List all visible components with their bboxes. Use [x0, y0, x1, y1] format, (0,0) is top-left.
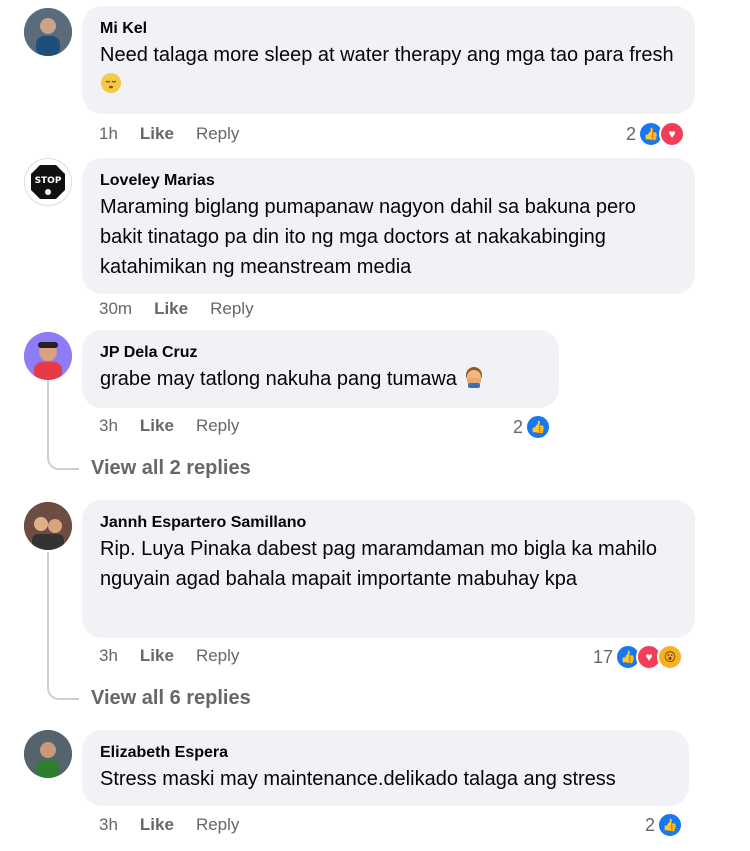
- reply-button[interactable]: Reply: [196, 646, 239, 666]
- comment-actions: 3h Like Reply: [99, 815, 239, 835]
- reaction-count: 17: [593, 646, 614, 667]
- wow-reaction-icon: 😮: [657, 644, 684, 670]
- like-button[interactable]: Like: [140, 416, 174, 436]
- thread-line: [47, 552, 49, 680]
- comment-actions: 1h Like Reply: [99, 124, 239, 144]
- comment-text: Stress maski may maintenance.delikado ta…: [100, 768, 616, 790]
- comment-actions: 3h Like Reply: [99, 646, 239, 666]
- avatar[interactable]: [24, 8, 72, 56]
- reply-button[interactable]: Reply: [196, 815, 239, 835]
- thread-line: [47, 380, 49, 450]
- commenter-name[interactable]: Mi Kel: [100, 18, 677, 40]
- thread-connector: [47, 680, 79, 700]
- avatar[interactable]: [24, 332, 72, 380]
- comment-bubble: JP Dela Cruz grabe may tatlong nakuha pa…: [82, 330, 559, 408]
- thread-connector: [47, 450, 79, 470]
- like-button[interactable]: Like: [154, 299, 188, 319]
- reply-button[interactable]: Reply: [196, 416, 239, 436]
- reaction-summary[interactable]: 2 👍 ♥: [626, 121, 686, 147]
- avatar[interactable]: [24, 730, 72, 778]
- commenter-name[interactable]: JP Dela Cruz: [100, 342, 541, 364]
- commenter-name[interactable]: Elizabeth Espera: [100, 742, 671, 764]
- comment-text: Rip. Luya Pinaka dabest pag maramdaman m…: [100, 538, 657, 590]
- view-replies-link[interactable]: View all 6 replies: [91, 687, 251, 710]
- like-button[interactable]: Like: [140, 124, 174, 144]
- timestamp[interactable]: 3h: [99, 646, 118, 666]
- timestamp[interactable]: 3h: [99, 815, 118, 835]
- comment-bubble: Mi Kel Need talaga more sleep at water t…: [82, 6, 695, 114]
- avatar-stop-text: STOP: [35, 176, 62, 186]
- like-button[interactable]: Like: [140, 815, 174, 835]
- reaction-count: 2: [645, 814, 656, 835]
- avatar[interactable]: [24, 502, 72, 550]
- view-replies-link[interactable]: View all 2 replies: [91, 457, 251, 480]
- comment-bubble: Elizabeth Espera Stress maski may mainte…: [82, 730, 689, 806]
- love-reaction-icon: ♥: [659, 121, 686, 147]
- comment-text: Need talaga more sleep at water therapy …: [100, 40, 677, 103]
- reaction-count: 2: [626, 123, 637, 144]
- reaction-summary[interactable]: 2 👍: [513, 414, 552, 440]
- facepalm-emoji-icon: [462, 364, 486, 397]
- comment-bubble: Jannh Espartero Samillano Rip. Luya Pina…: [82, 500, 695, 638]
- like-button[interactable]: Like: [140, 646, 174, 666]
- like-reaction-icon: 👍: [657, 812, 684, 838]
- comment-actions: 3h Like Reply: [99, 416, 239, 436]
- timestamp[interactable]: 3h: [99, 416, 118, 436]
- timestamp[interactable]: 1h: [99, 124, 118, 144]
- reaction-summary[interactable]: 17 👍 ♥ 😮: [593, 644, 684, 670]
- comment-text: grabe may tatlong nakuha pang tumawa: [100, 364, 541, 397]
- reaction-summary[interactable]: 2 👍: [645, 812, 684, 838]
- commenter-name[interactable]: Loveley Marias: [100, 170, 677, 192]
- comment-actions: 30m Like Reply: [99, 299, 254, 319]
- reply-button[interactable]: Reply: [196, 124, 239, 144]
- avatar[interactable]: STOP: [24, 158, 72, 206]
- reaction-count: 2: [513, 416, 524, 437]
- like-reaction-icon: 👍: [525, 414, 552, 440]
- sleep-face-emoji-icon: [100, 72, 122, 103]
- commenter-name[interactable]: Jannh Espartero Samillano: [100, 512, 677, 534]
- timestamp[interactable]: 30m: [99, 299, 132, 319]
- comment-bubble: Loveley Marias Maraming biglang pumapana…: [82, 158, 695, 294]
- comment-text: Maraming biglang pumapanaw nagyon dahil …: [100, 196, 636, 278]
- reply-button[interactable]: Reply: [210, 299, 253, 319]
